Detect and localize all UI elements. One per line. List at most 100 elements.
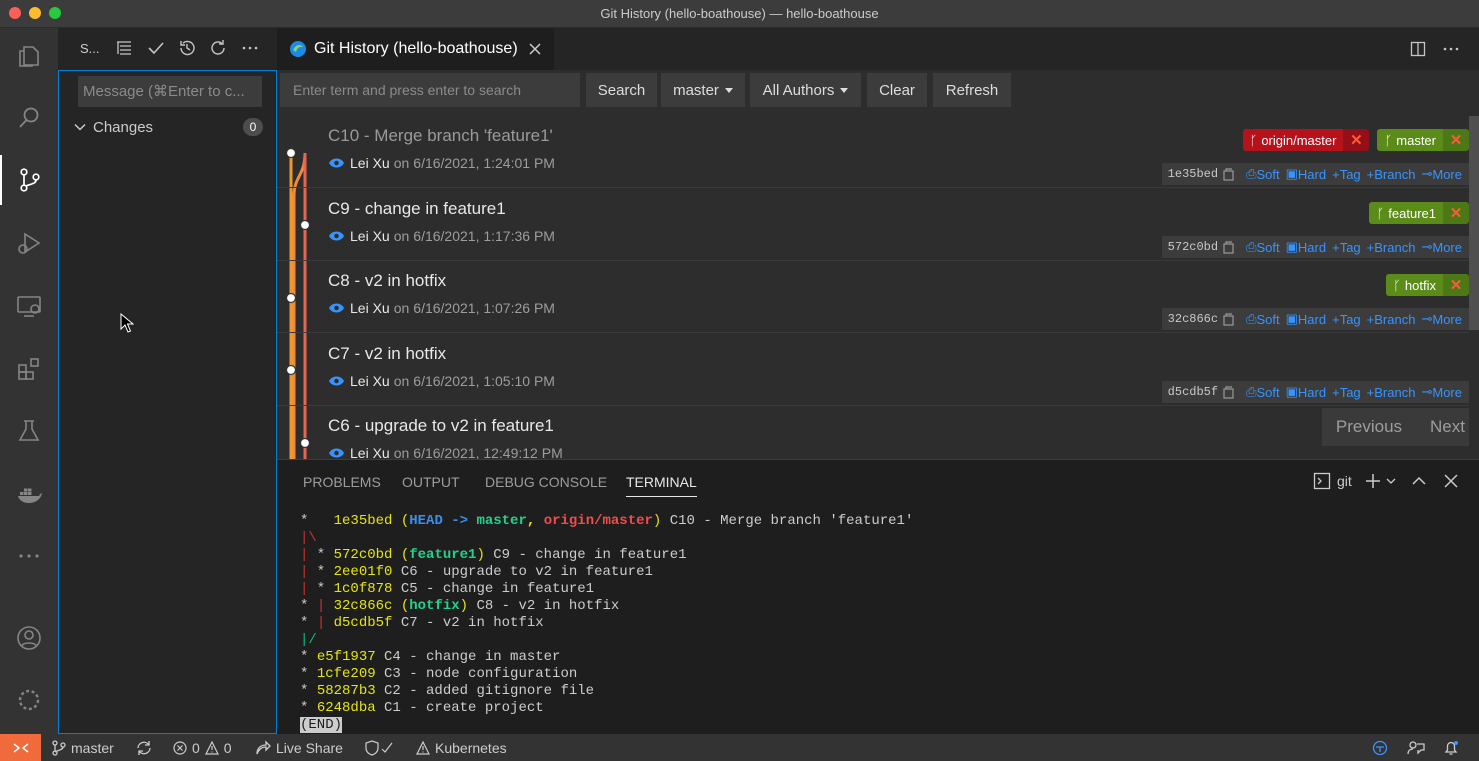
eye-icon[interactable] — [328, 230, 345, 242]
refresh-button[interactable]: Refresh — [933, 73, 1011, 107]
soft-reset-icon: ⎙ — [1246, 384, 1257, 399]
ref-name[interactable]: ᚴ origin/master — [1242, 129, 1344, 151]
eye-icon[interactable] — [328, 157, 345, 169]
problems-status[interactable]: 0 0 — [173, 734, 232, 761]
shield-check-icon[interactable] — [364, 734, 396, 761]
close-panel-icon[interactable] — [1443, 473, 1459, 489]
changes-group-header[interactable]: Changes 0 — [73, 116, 263, 138]
more-actions-icon[interactable] — [241, 39, 259, 57]
delete-ref-icon[interactable]: ✕ — [1443, 274, 1469, 296]
search-icon[interactable] — [0, 93, 58, 143]
extensions-icon[interactable] — [0, 344, 58, 394]
ref-name[interactable]: ᚴ feature1 — [1369, 202, 1443, 224]
commit-hash[interactable]: d5cdb5f — [1168, 385, 1218, 399]
accessibility-icon[interactable] — [1372, 734, 1388, 761]
commit-hash[interactable]: 572c0bd — [1168, 240, 1218, 254]
history-icon[interactable] — [178, 39, 196, 57]
more-link[interactable]: ⊸ More — [1421, 384, 1462, 400]
close-tab-icon[interactable] — [528, 42, 542, 56]
commit-row[interactable]: C9 - change in feature1 Lei Xu on 6/16/2… — [277, 189, 1469, 261]
tag-link[interactable]: + Tag — [1332, 385, 1361, 400]
eye-icon[interactable] — [328, 447, 345, 459]
terminal-dropdown-chevron-icon[interactable] — [1385, 476, 1397, 486]
tag-link[interactable]: + Tag — [1332, 240, 1361, 255]
branch-dropdown[interactable]: master — [661, 73, 745, 107]
tab-output[interactable]: OUTPUT — [402, 474, 460, 490]
run-debug-icon[interactable] — [0, 218, 58, 268]
commit-row[interactable]: C7 - v2 in hotfix Lei Xu on 6/16/2021, 1… — [277, 334, 1469, 406]
feedback-icon[interactable] — [1407, 734, 1425, 761]
more-link[interactable]: ⊸ More — [1421, 166, 1462, 182]
more-link[interactable]: ⊸ More — [1421, 239, 1462, 255]
tab-debug-console[interactable]: DEBUG CONSOLE — [485, 474, 607, 490]
commit-hash[interactable]: 32c866c — [1168, 312, 1218, 326]
delete-ref-icon[interactable]: ✕ — [1343, 129, 1370, 151]
search-input[interactable] — [280, 73, 580, 107]
more-views-icon[interactable] — [0, 531, 58, 581]
delete-ref-icon[interactable]: ✕ — [1443, 129, 1469, 151]
previous-page-button[interactable]: Previous — [1322, 408, 1416, 446]
kubernetes-status[interactable]: Kubernetes — [416, 734, 507, 761]
more-link[interactable]: ⊸ More — [1421, 311, 1462, 327]
new-terminal-plus-icon[interactable] — [1365, 473, 1381, 489]
soft-reset-link[interactable]: ⎙ Soft — [1246, 384, 1280, 400]
copy-hash-icon[interactable] — [1223, 167, 1235, 181]
editor-more-actions-icon[interactable] — [1442, 41, 1460, 57]
soft-reset-link[interactable]: ⎙ Soft — [1246, 166, 1280, 182]
notifications-bell-icon[interactable] — [1443, 734, 1459, 761]
branch-status[interactable]: master — [52, 734, 114, 761]
copy-hash-icon[interactable] — [1223, 312, 1235, 326]
split-editor-icon[interactable] — [1410, 41, 1426, 57]
docker-icon[interactable] — [0, 469, 58, 519]
remote-indicator[interactable] — [0, 734, 41, 761]
ref-name[interactable]: ᚴ master — [1377, 129, 1443, 151]
commit-row[interactable]: C6 - upgrade to v2 in feature1 Lei Xu on… — [277, 406, 1469, 459]
eye-icon[interactable] — [328, 375, 345, 387]
commit-row[interactable]: C8 - v2 in hotfix Lei Xu on 6/16/2021, 1… — [277, 261, 1469, 333]
copy-hash-icon[interactable] — [1223, 385, 1235, 399]
vertical-scrollbar-thumb[interactable] — [1469, 116, 1479, 330]
maximize-panel-chevron-up-icon[interactable] — [1411, 473, 1427, 489]
hard-reset-link[interactable]: ▣ Hard — [1286, 384, 1326, 400]
testing-icon[interactable] — [0, 406, 58, 456]
hard-reset-link[interactable]: ▣ Hard — [1286, 166, 1326, 182]
branch-link[interactable]: + Branch — [1367, 312, 1416, 327]
commit-title: C6 - upgrade to v2 in feature1 — [328, 416, 554, 435]
live-share-status[interactable]: Live Share — [255, 734, 343, 761]
branch-link[interactable]: + Branch — [1367, 167, 1416, 182]
authors-dropdown[interactable]: All Authors — [750, 73, 861, 107]
commit-meta: Lei Xu on 6/16/2021, 1:07:26 PM — [328, 300, 555, 316]
remote-explorer-icon[interactable] — [0, 281, 58, 331]
ref-name[interactable]: ᚴ hotfix — [1386, 274, 1443, 296]
soft-reset-link[interactable]: ⎙ Soft — [1246, 311, 1280, 327]
delete-ref-icon[interactable]: ✕ — [1443, 202, 1469, 224]
source-control-icon[interactable] — [0, 155, 58, 205]
manage-gear-icon[interactable] — [0, 675, 58, 725]
accounts-icon[interactable] — [0, 613, 58, 663]
search-button[interactable]: Search — [586, 73, 657, 107]
branch-link[interactable]: + Branch — [1367, 240, 1416, 255]
terminal-output[interactable]: * 1e35bed (HEAD -> master, origin/master… — [300, 513, 913, 734]
branch-link[interactable]: + Branch — [1367, 385, 1416, 400]
tab-git-history[interactable]: Git History (hello-boathouse) — [277, 28, 554, 70]
plus-icon: + — [1366, 384, 1375, 400]
view-as-tree-icon[interactable] — [115, 39, 133, 57]
commit-check-icon[interactable] — [147, 39, 165, 57]
tag-link[interactable]: + Tag — [1332, 167, 1361, 182]
eye-icon[interactable] — [328, 302, 345, 314]
sync-icon[interactable] — [136, 734, 152, 761]
tag-link[interactable]: + Tag — [1332, 312, 1361, 327]
copy-hash-icon[interactable] — [1223, 240, 1235, 254]
soft-reset-link[interactable]: ⎙ Soft — [1246, 239, 1280, 255]
commit-hash[interactable]: 1e35bed — [1168, 167, 1218, 181]
terminal-selector[interactable]: git — [1313, 472, 1352, 490]
commit-row[interactable]: C10 - Merge branch 'feature1' Lei Xu on … — [277, 116, 1469, 188]
hard-reset-link[interactable]: ▣ Hard — [1286, 311, 1326, 327]
explorer-icon[interactable] — [0, 31, 58, 81]
commit-message-input[interactable] — [78, 76, 262, 107]
tab-problems[interactable]: PROBLEMS — [303, 474, 381, 490]
tab-terminal[interactable]: TERMINAL — [626, 474, 697, 497]
hard-reset-link[interactable]: ▣ Hard — [1286, 239, 1326, 255]
clear-button[interactable]: Clear — [867, 73, 927, 107]
refresh-icon[interactable] — [209, 39, 227, 57]
